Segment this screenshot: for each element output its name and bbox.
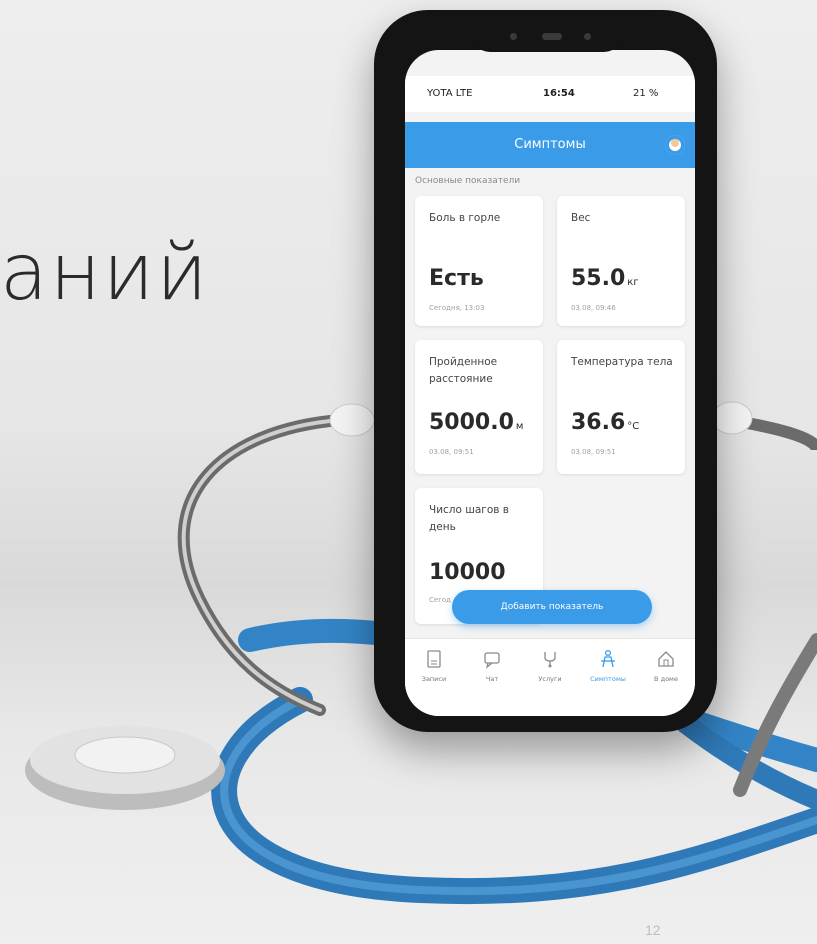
phone-notch — [472, 22, 622, 52]
app-header: Симптомы — [405, 122, 695, 168]
card-value: 36.6 °C — [571, 410, 640, 435]
status-bar: YOTA LTE 16:54 21 % — [405, 76, 695, 112]
card-date: Сегодня, 13:03 — [429, 304, 485, 312]
metric-card-weight[interactable]: Вес 55.0 кг 03.08, 09:46 — [557, 196, 685, 326]
metric-card-sore-throat[interactable]: Боль в горле Есть Сегодня, 13:03 — [415, 196, 543, 326]
page-number: 12 — [645, 922, 661, 938]
card-value: Есть — [429, 266, 484, 291]
card-date: 03.08, 09:51 — [429, 448, 474, 456]
notes-icon — [427, 650, 441, 668]
tab-chat[interactable]: Чат — [463, 649, 521, 683]
status-time: 16:54 — [543, 88, 575, 99]
card-title: Боль в горле — [429, 212, 501, 224]
tab-services[interactable]: Услуги — [521, 649, 579, 683]
card-title: Пройденное расстояние — [429, 356, 498, 385]
tab-label: Записи — [421, 675, 447, 683]
tab-label: Чат — [485, 675, 499, 683]
tab-symptoms[interactable]: Симптомы — [579, 649, 637, 683]
tab-notes[interactable]: Записи — [405, 649, 463, 683]
metric-card-distance[interactable]: Пройденное расстояние 5000.0 м 03.08, 09:… — [415, 340, 543, 474]
card-title: Вес — [571, 212, 591, 224]
tab-label: В доме — [654, 675, 678, 683]
card-title: Температура тела — [571, 356, 673, 368]
tab-label: Симптомы — [590, 675, 626, 683]
section-label: Основные показатели — [415, 176, 521, 186]
card-date: Сегод — [429, 596, 451, 604]
avatar[interactable] — [665, 135, 685, 155]
slide-heading: аний — [0, 228, 210, 318]
card-value: 55.0 кг — [571, 266, 639, 291]
phone-screen: YOTA LTE 16:54 21 % Симптомы Основные по… — [405, 50, 695, 716]
card-date: 03.08, 09:46 — [571, 304, 616, 312]
card-title: Число шагов в день — [429, 504, 509, 533]
smartphone: YOTA LTE 16:54 21 % Симптомы Основные по… — [374, 10, 717, 732]
card-date: 03.08, 09:51 — [571, 448, 616, 456]
chat-icon — [484, 652, 500, 669]
card-value: 10000 — [429, 560, 506, 585]
services-icon — [544, 652, 556, 668]
page-title: Симптомы — [514, 137, 586, 152]
tab-label: Услуги — [538, 675, 562, 683]
add-metric-button[interactable]: Добавить показатель — [452, 590, 652, 624]
tab-home[interactable]: В доме — [637, 649, 695, 683]
card-value: 5000.0 м — [429, 410, 524, 435]
bottom-tab-bar: Записи Чат Услуги Симптомы В доме — [405, 638, 695, 716]
home-icon — [658, 651, 674, 667]
status-carrier: YOTA LTE — [427, 88, 473, 99]
symptoms-icon — [601, 649, 615, 668]
metric-card-temperature[interactable]: Температура тела 36.6 °C 03.08, 09:51 — [557, 340, 685, 474]
status-battery: 21 % — [633, 88, 659, 99]
